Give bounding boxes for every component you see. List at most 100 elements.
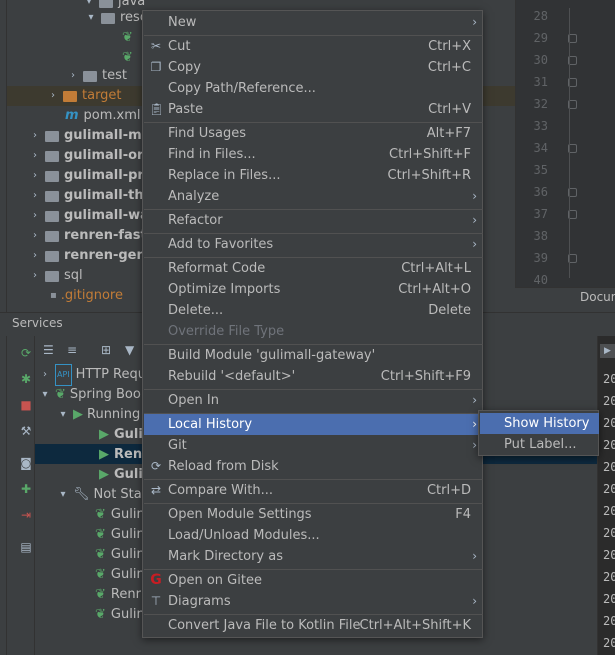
service-row-running[interactable]: ▾ ▶ Running	[57, 405, 140, 425]
expand-arrow-icon[interactable]: ›	[29, 166, 41, 186]
service-row-app[interactable]: ❦ Gulin	[95, 505, 145, 525]
tree-row-module[interactable]: › renren-fast	[29, 226, 147, 246]
tree-row-resources[interactable]: ▾ reso	[85, 8, 147, 28]
menu-item-replace-in-files[interactable]: Replace in Files... Ctrl+Shift+R	[144, 165, 483, 186]
menu-item-new[interactable]: New ›	[144, 12, 483, 33]
line-number: 31	[533, 75, 548, 89]
exit-icon[interactable]: ⇥	[19, 508, 33, 522]
expand-arrow-icon[interactable]: ›	[29, 226, 41, 246]
rerun-icon[interactable]: ⟳	[19, 346, 33, 360]
tree-row-pom[interactable]: m pom.xml	[65, 106, 141, 126]
console-toggle-icon[interactable]: ▶	[600, 344, 615, 358]
tree-label: renren-fast	[64, 228, 147, 243]
tree-row-module[interactable]: › gulimall-wa	[29, 206, 149, 226]
menu-item-load-unload-modules[interactable]: Load/Unload Modules...	[144, 525, 483, 546]
service-row-app[interactable]: ❦ Renr	[95, 585, 141, 605]
collapse-all-icon[interactable]: ≡	[67, 343, 77, 357]
log-line: 20	[603, 592, 615, 606]
service-row-spring-boot[interactable]: ▾ ❦ Spring Boo	[39, 385, 140, 405]
collapse-arrow-icon[interactable]: ▾	[39, 385, 51, 405]
module-folder-icon	[45, 230, 59, 242]
menu-item-convert-to-kotlin[interactable]: Convert Java File to Kotlin File Ctrl+Al…	[144, 615, 483, 636]
expand-arrow-icon[interactable]: ›	[29, 266, 41, 286]
tree-row-gitignore[interactable]: ▪ .gitignore	[50, 286, 123, 306]
expand-arrow-icon[interactable]: ›	[29, 246, 41, 266]
expand-arrow-icon[interactable]: ›	[29, 146, 41, 166]
layout-icon[interactable]: ▤	[19, 540, 33, 554]
debug-icon[interactable]: ✱	[19, 372, 33, 386]
menu-item-copy[interactable]: ❐ Copy Ctrl+C	[144, 57, 483, 78]
tree-row-module[interactable]: › gulimall-ord	[29, 146, 153, 166]
menu-item-local-history[interactable]: Local History ›	[144, 414, 483, 435]
tree-label: .gitignore	[60, 288, 123, 303]
file-icon: ▪	[50, 290, 57, 301]
stop-icon[interactable]: ■	[19, 398, 33, 412]
submenu-item-show-history[interactable]: Show History	[480, 413, 599, 434]
menu-item-open-module-settings[interactable]: Open Module Settings F4	[144, 504, 483, 525]
collapse-arrow-icon[interactable]: ▾	[57, 485, 69, 505]
menu-item-reformat-code[interactable]: Reformat Code Ctrl+Alt+L	[144, 258, 483, 279]
service-row-app[interactable]: ❦ Gulin	[95, 565, 145, 585]
expand-arrow-icon[interactable]: ›	[29, 206, 41, 226]
menu-item-cut[interactable]: ✂ Cut Ctrl+X	[144, 36, 483, 57]
filter-icon[interactable]: ▼	[125, 343, 134, 357]
expand-arrow-icon[interactable]: ›	[67, 66, 79, 86]
line-number: 30	[533, 53, 548, 67]
service-row-app[interactable]: ❦ Gulin	[95, 525, 145, 545]
menu-item-optimize-imports[interactable]: Optimize Imports Ctrl+Alt+O	[144, 279, 483, 300]
menu-item-diagrams[interactable]: ⊤ Diagrams ›	[144, 591, 483, 612]
add-service-icon[interactable]: ✚	[19, 482, 33, 496]
expand-arrow-icon[interactable]: ›	[29, 126, 41, 146]
expand-arrow-icon[interactable]: ›	[39, 365, 51, 385]
tree-row-spring-file-2[interactable]: ❦	[122, 48, 133, 68]
tree-row-module[interactable]: › gulimall-pro	[29, 166, 153, 186]
menu-item-build-module[interactable]: Build Module 'gulimall-gateway'	[144, 345, 483, 366]
folder-icon	[45, 270, 59, 282]
service-row-http[interactable]: › API HTTP Requ	[39, 364, 146, 386]
service-row-not-started[interactable]: ▾ 🔧︎ Not Sta	[57, 485, 142, 505]
menu-item-add-to-favorites[interactable]: Add to Favorites ›	[144, 234, 483, 255]
context-menu: New › ✂ Cut Ctrl+X ❐ Copy Ctrl+C Copy Pa…	[142, 10, 483, 638]
copy-icon: ❐	[150, 60, 162, 74]
log-line: 20	[603, 548, 615, 562]
documentation-tab[interactable]: Docum	[580, 290, 615, 304]
log-line: 20	[603, 372, 615, 386]
menu-item-compare-with[interactable]: ⇄ Compare With... Ctrl+D	[144, 480, 483, 501]
menu-item-analyze[interactable]: Analyze ›	[144, 186, 483, 207]
service-label: HTTP Requ	[75, 367, 146, 382]
group-by-icon[interactable]: ⊞	[101, 343, 111, 357]
collapse-arrow-icon[interactable]: ▾	[57, 405, 69, 425]
expand-arrow-icon[interactable]: ›	[47, 86, 59, 106]
service-row-app[interactable]: ❦ Gulin	[95, 545, 145, 565]
folder-icon	[83, 70, 97, 82]
service-label: Not Sta	[93, 487, 142, 502]
menu-item-copy-path[interactable]: Copy Path/Reference...	[144, 78, 483, 99]
tree-row-module[interactable]: › renren-gene	[29, 246, 155, 266]
tree-row-module[interactable]: › gulimall-thi	[29, 186, 148, 206]
line-number: 36	[533, 185, 548, 199]
menu-item-rebuild[interactable]: Rebuild '<default>' Ctrl+Shift+F9	[144, 366, 483, 387]
service-row-app[interactable]: ❦ Gulin	[95, 605, 145, 625]
menu-item-git[interactable]: Git ›	[144, 435, 483, 456]
tree-row-test[interactable]: › test	[67, 66, 127, 86]
spring-boot-icon: ❦	[95, 527, 106, 542]
menu-item-open-on-gitee[interactable]: G Open on Gitee	[144, 570, 483, 591]
menu-item-find-usages[interactable]: Find Usages Alt+F7	[144, 123, 483, 144]
menu-item-find-in-files[interactable]: Find in Files... Ctrl+Shift+F	[144, 144, 483, 165]
collapse-arrow-icon[interactable]: ▾	[85, 8, 97, 28]
tree-row-sql[interactable]: › sql	[29, 266, 83, 286]
expand-arrow-icon[interactable]: ›	[29, 186, 41, 206]
tree-label: gulimall-me	[64, 128, 151, 143]
submenu-item-put-label[interactable]: Put Label...	[480, 434, 599, 455]
expand-all-icon[interactable]: ☰	[43, 343, 54, 357]
tree-row-module[interactable]: › gulimall-me	[29, 126, 150, 146]
menu-item-reload-from-disk[interactable]: ⟳ Reload from Disk	[144, 456, 483, 477]
camera-icon[interactable]: ◙	[19, 456, 33, 470]
menu-item-delete[interactable]: Delete... Delete	[144, 300, 483, 321]
menu-item-open-in[interactable]: Open In ›	[144, 390, 483, 411]
menu-item-paste[interactable]: 📋︎ Paste Ctrl+V	[144, 99, 483, 120]
menu-item-refactor[interactable]: Refactor ›	[144, 210, 483, 231]
tree-row-spring-file-1[interactable]: ❦	[122, 28, 133, 48]
menu-item-mark-directory-as[interactable]: Mark Directory as ›	[144, 546, 483, 567]
settings-wrench-icon[interactable]: ⚒	[19, 424, 33, 438]
